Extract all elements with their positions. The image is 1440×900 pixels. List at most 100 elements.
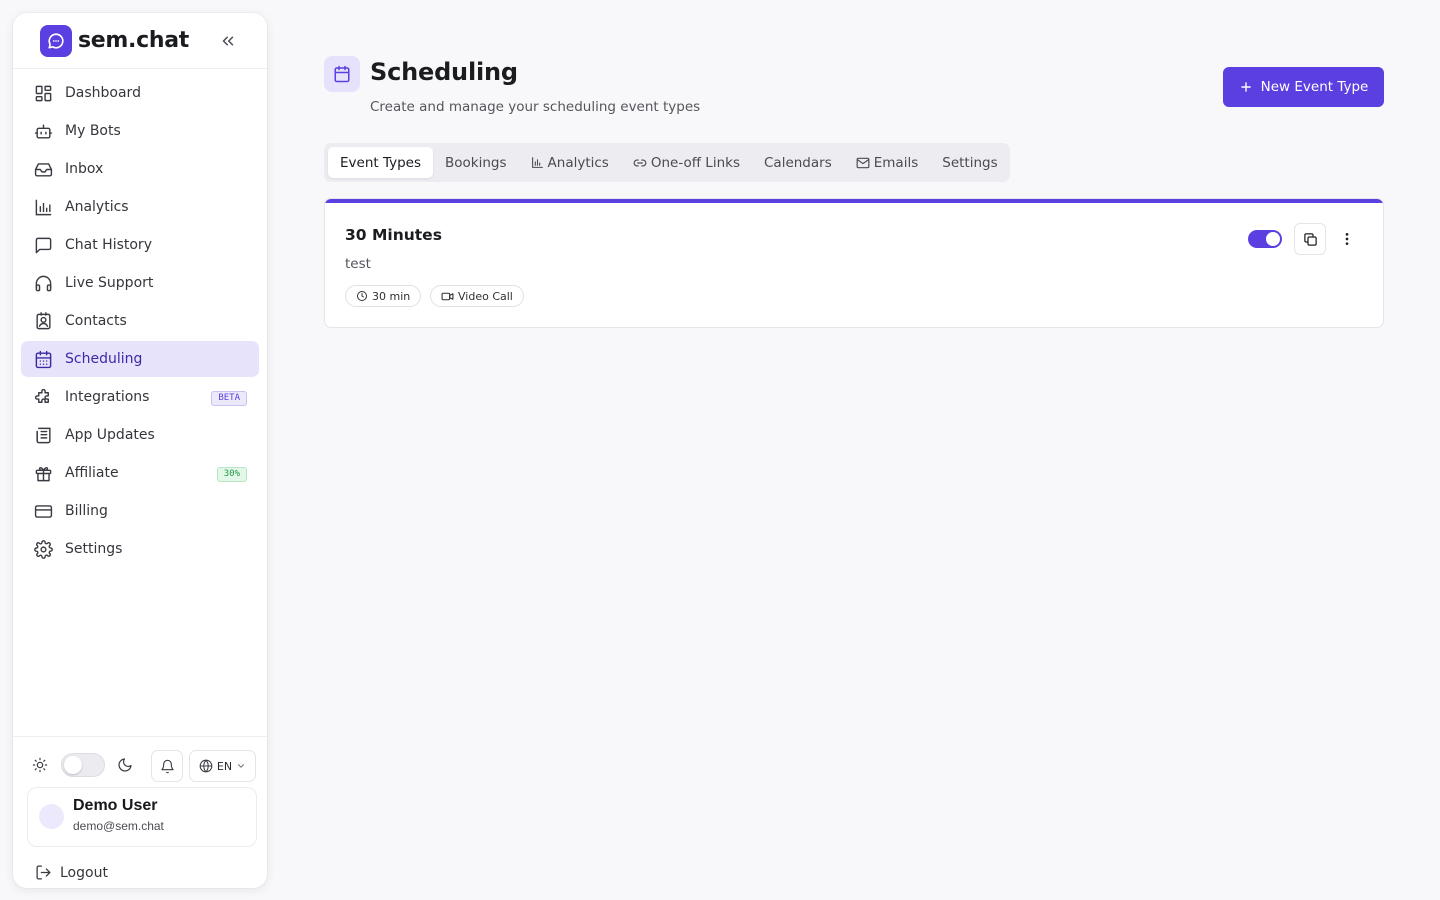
tab-calendars[interactable]: Calendars (752, 147, 844, 178)
notifications-button[interactable] (151, 750, 183, 782)
gift-icon (33, 463, 53, 483)
inbox-icon (33, 159, 53, 179)
message-icon (33, 235, 53, 255)
sidebar-item-affiliate[interactable]: Affiliate 30% (21, 455, 259, 491)
video-icon (441, 290, 454, 303)
commission-badge: 30% (216, 467, 247, 482)
chevrons-left-icon (219, 32, 237, 50)
copy-link-button[interactable] (1294, 223, 1326, 255)
mail-icon (856, 156, 870, 170)
tab-label: Bookings (445, 154, 507, 171)
sidebar-item-my-bots[interactable]: My Bots (21, 113, 259, 149)
sidebar-item-label: Contacts (65, 313, 127, 329)
sidebar: sem.chat Dashboard My Bots Inbox Analyti… (13, 13, 267, 888)
sidebar-item-analytics[interactable]: Analytics (21, 189, 259, 225)
tab-analytics[interactable]: Analytics (519, 147, 621, 178)
event-type-title: 30 Minutes (345, 226, 442, 244)
sidebar-footer: EN Demo User demo@sem.chat Logout (13, 736, 267, 888)
page-subtitle: Create and manage your scheduling event … (370, 99, 701, 115)
calendar-icon (333, 65, 351, 83)
tab-bookings[interactable]: Bookings (433, 147, 519, 178)
sidebar-item-label: Billing (65, 503, 108, 519)
sidebar-item-app-updates[interactable]: App Updates (21, 417, 259, 453)
puzzle-icon (33, 387, 53, 407)
language-selector[interactable]: EN (189, 750, 256, 782)
copy-icon (1303, 232, 1318, 247)
avatar (39, 804, 64, 829)
page-title: Scheduling (370, 58, 518, 86)
newspaper-icon (33, 425, 53, 445)
sidebar-item-label: My Bots (65, 123, 121, 139)
sidebar-item-live-support[interactable]: Live Support (21, 265, 259, 301)
brand-header: sem.chat (13, 13, 267, 69)
moon-icon (117, 757, 133, 773)
tab-label: Settings (942, 154, 998, 171)
theme-toggle[interactable] (61, 753, 105, 777)
event-type-card[interactable]: 30 Minutes test 30 min Video Call (324, 198, 1384, 328)
sidebar-item-label: Inbox (65, 161, 104, 177)
toggle-knob (1266, 232, 1280, 246)
language-label: EN (216, 759, 233, 773)
headphones-icon (33, 273, 53, 293)
sun-icon (32, 757, 48, 773)
duration-badge: 30 min (345, 285, 422, 307)
calendar-icon (33, 349, 53, 369)
tab-settings[interactable]: Settings (930, 147, 1009, 178)
brand-name[interactable]: sem.chat (78, 28, 189, 53)
logo-icon[interactable] (40, 24, 72, 57)
sidebar-item-settings[interactable]: Settings (21, 531, 259, 567)
tab-label: Emails (873, 154, 919, 171)
sidebar-item-label: Integrations (65, 389, 150, 405)
sidebar-item-label: Dashboard (65, 85, 141, 101)
tab-event-types[interactable]: Event Types (328, 147, 434, 178)
plus-icon (1239, 80, 1253, 94)
sidebar-item-label: App Updates (65, 427, 155, 443)
event-enabled-toggle[interactable] (1248, 230, 1282, 248)
link-icon (633, 156, 647, 170)
sidebar-item-label: Settings (65, 541, 123, 557)
tab-label: Analytics (547, 154, 609, 171)
sidebar-item-label: Chat History (65, 237, 152, 253)
sidebar-item-label: Affiliate (65, 465, 119, 481)
toggle-knob (64, 756, 82, 774)
collapse-sidebar-button[interactable] (216, 29, 240, 53)
globe-icon (199, 759, 213, 773)
event-type-description: test (345, 256, 371, 272)
bar-chart-icon (531, 156, 544, 169)
sidebar-item-chat-history[interactable]: Chat History (21, 227, 259, 263)
user-card[interactable]: Demo User demo@sem.chat (27, 787, 257, 847)
chart-icon (33, 197, 53, 217)
tab-one-off-links[interactable]: One-off Links (621, 147, 752, 178)
credit-card-icon (33, 501, 53, 521)
bell-icon (160, 759, 175, 774)
more-options-button[interactable] (1335, 227, 1359, 251)
beta-badge: BETA (211, 391, 247, 406)
sidebar-item-contacts[interactable]: Contacts (21, 303, 259, 339)
tab-bar: Event Types Bookings Analytics One-off L… (324, 143, 1010, 182)
bot-icon (33, 121, 53, 141)
chevron-down-icon (236, 761, 246, 771)
tab-emails[interactable]: Emails (844, 147, 931, 178)
logout-label: Logout (60, 864, 108, 881)
sidebar-item-label: Live Support (65, 275, 154, 291)
gear-icon (33, 539, 53, 559)
user-name: Demo User (73, 797, 158, 814)
duration-label: 30 min (372, 289, 411, 303)
location-label: Video Call (458, 289, 513, 303)
sidebar-item-dashboard[interactable]: Dashboard (21, 75, 259, 111)
dashboard-icon (33, 83, 53, 103)
sidebar-nav: Dashboard My Bots Inbox Analytics Chat H… (21, 75, 259, 569)
page-icon (324, 56, 360, 92)
sidebar-item-scheduling[interactable]: Scheduling (21, 341, 259, 377)
sidebar-item-label: Analytics (65, 199, 129, 215)
sidebar-item-integrations[interactable]: Integrations BETA (21, 379, 259, 415)
sidebar-item-billing[interactable]: Billing (21, 493, 259, 529)
more-vertical-icon (1339, 231, 1355, 247)
new-event-type-label: New Event Type (1260, 79, 1369, 95)
new-event-type-button[interactable]: New Event Type (1223, 67, 1384, 107)
tab-label: Calendars (764, 154, 832, 171)
logout-button[interactable]: Logout (35, 864, 108, 881)
tab-label: One-off Links (650, 154, 740, 171)
sidebar-item-inbox[interactable]: Inbox (21, 151, 259, 187)
sidebar-item-label: Scheduling (65, 351, 143, 367)
